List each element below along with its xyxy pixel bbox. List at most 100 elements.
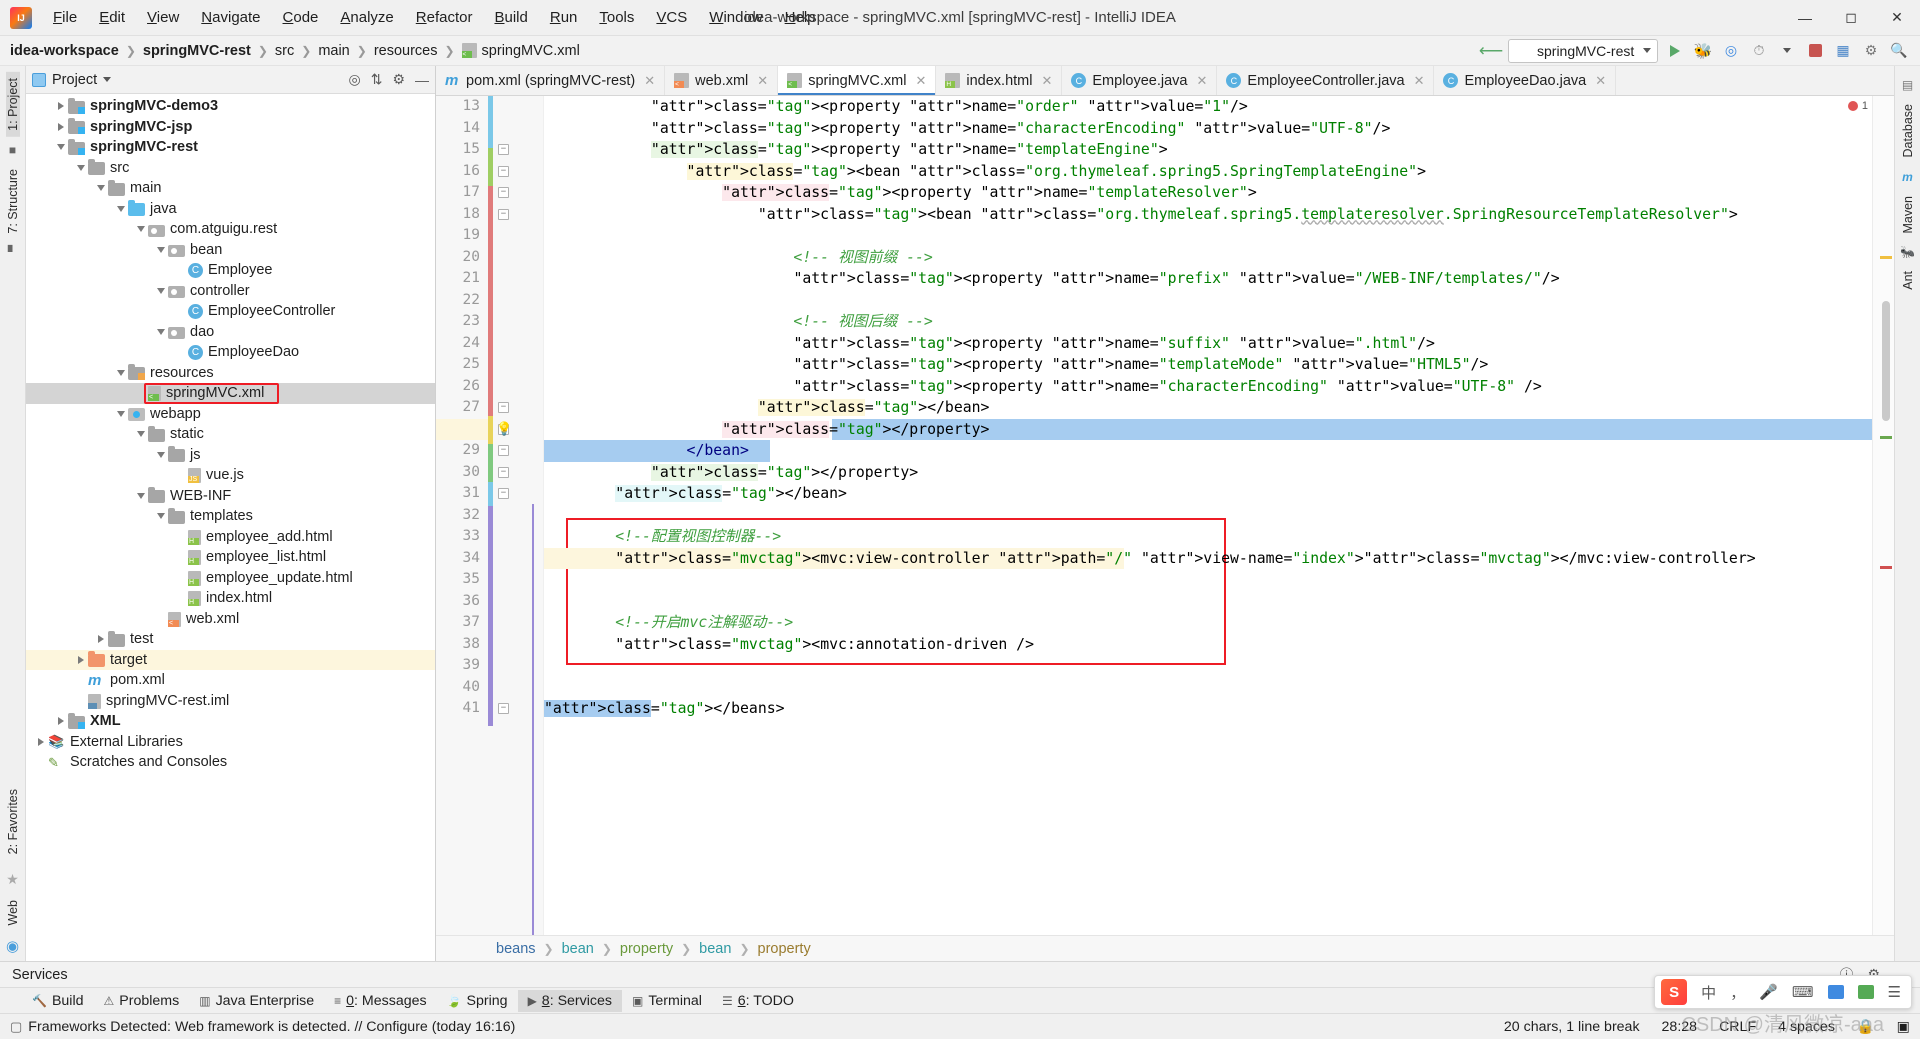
chevron-down-icon[interactable] <box>137 226 145 233</box>
sidebar-item-ant[interactable]: Ant <box>1901 265 1915 296</box>
code-line[interactable] <box>544 655 1872 677</box>
tree-item[interactable]: springMVC-rest.iml <box>26 691 435 712</box>
tree-item-selected[interactable]: < springMVC.xml <box>26 383 435 404</box>
chevron-down-icon[interactable] <box>157 287 165 294</box>
chevron-down-icon[interactable] <box>117 410 125 417</box>
tool-window-java-enterprise[interactable]: ▥ Java Enterprise <box>189 990 324 1012</box>
debug-icon[interactable]: 🐝 <box>1692 40 1714 62</box>
minimize-icon[interactable]: — <box>1782 0 1828 36</box>
chevron-right-icon[interactable] <box>58 122 64 131</box>
close-icon[interactable]: ✕ <box>757 73 768 89</box>
menu-item-run[interactable]: Run <box>539 5 589 30</box>
code-line[interactable]: <!-- 视图后缀 --> <box>544 311 1872 333</box>
tree-item[interactable]: Hemployee_add.html <box>26 527 435 548</box>
tree-item[interactable]: target <box>26 649 435 670</box>
close-icon[interactable]: ✕ <box>1874 0 1920 36</box>
ime-toolbar[interactable]: 中 ， 🎤 ⌨ ☰ <box>1654 975 1912 1009</box>
editor-tab-springmvc-xml[interactable]: < springMVC.xml ✕ <box>778 66 937 95</box>
tree-item[interactable]: src <box>26 158 435 179</box>
tool-window-6-todo[interactable]: ☰ 6: TODO <box>712 990 804 1012</box>
sidebar-item-favorites[interactable]: 2: Favorites <box>6 783 20 860</box>
code-line[interactable]: "attr">class="tag"><property "attr">name… <box>544 333 1872 355</box>
locate-file-icon[interactable]: ◎ <box>348 71 360 88</box>
build-hammer-icon[interactable]: ⟵ <box>1479 40 1503 62</box>
ime-punctuation-toggle[interactable]: ， <box>1730 982 1745 1003</box>
tree-item[interactable]: springMVC-demo3 <box>26 96 435 117</box>
tree-item[interactable]: bean <box>26 240 435 261</box>
tree-item[interactable]: Hindex.html <box>26 588 435 609</box>
tree-item[interactable]: webapp <box>26 404 435 425</box>
code-line[interactable]: "attr">class="tag"><property "attr">name… <box>544 118 1872 140</box>
sidebar-item-project[interactable]: 1: Project <box>5 72 20 137</box>
tool-window-bar[interactable]: 🔨 Build ⚠ Problems ▥ Java Enterprise ≡ 0: Messa… <box>0 987 1920 1013</box>
close-icon[interactable]: ✕ <box>1041 73 1052 89</box>
code-line[interactable]: "attr">class="mvctag"><mvc:view-controll… <box>544 547 1756 569</box>
code-line[interactable]: "attr">class="tag"></property> <box>544 462 1872 484</box>
chevron-right-icon[interactable] <box>78 655 84 664</box>
editor-breadcrumb-beans[interactable]: beans <box>496 941 536 957</box>
menu-item-navigate[interactable]: Navigate <box>190 5 271 30</box>
status-line-separator[interactable]: CRLF <box>1719 1019 1756 1035</box>
code-fold-icon[interactable]: − <box>498 703 509 714</box>
tree-item[interactable]: test <box>26 629 435 650</box>
tree-item[interactable]: < web.xml <box>26 609 435 630</box>
menu-item-build[interactable]: Build <box>483 5 538 30</box>
project-tree[interactable]: springMVC-demo3 springMVC-jsp springMVC-re… <box>26 94 435 961</box>
editor-scrollbar[interactable]: 1 <box>1847 96 1894 935</box>
run-icon[interactable] <box>1664 40 1686 62</box>
chevron-down-icon[interactable] <box>117 369 125 376</box>
close-icon[interactable]: ✕ <box>1595 73 1606 89</box>
editor-tab-employee-java[interactable]: Employee.java ✕ <box>1062 66 1218 95</box>
code-fold-icon[interactable]: − <box>498 466 509 478</box>
menu-item-view[interactable]: View <box>136 5 190 30</box>
status-indent[interactable]: 4 spaces <box>1778 1019 1835 1035</box>
status-caret-position[interactable]: 28:28 <box>1662 1019 1698 1035</box>
code-line[interactable]: "attr">class="tag"></property> <box>544 418 1872 440</box>
menu-item-edit[interactable]: Edit <box>88 5 136 30</box>
menu-item-refactor[interactable]: Refactor <box>405 5 484 30</box>
tree-item[interactable]: EmployeeController <box>26 301 435 322</box>
breadcrumb-item-springmvc-rest[interactable]: springMVC-rest <box>143 43 251 59</box>
chevron-right-icon[interactable] <box>58 717 64 726</box>
code-line[interactable]: "attr">class="tag"><property "attr">name… <box>544 268 1872 290</box>
editor-tab-employeedao-java[interactable]: EmployeeDao.java ✕ <box>1434 66 1617 95</box>
menu-item-file[interactable]: File <box>42 5 88 30</box>
tree-item[interactable]: controller <box>26 281 435 302</box>
menu-item-window[interactable]: Window <box>698 5 773 30</box>
tool-window-terminal[interactable]: ▣ Terminal <box>622 990 712 1012</box>
tree-item[interactable]: dao <box>26 322 435 343</box>
editor-gutter[interactable]: 1314151617181920212223242526272829303132… <box>436 96 544 935</box>
code-line[interactable]: "attr">class="tag"></bean> <box>544 397 1872 419</box>
notification-icon[interactable]: ▢ <box>10 1019 22 1035</box>
chevron-down-icon[interactable] <box>1776 40 1798 62</box>
scrollbar-thumb[interactable] <box>1882 301 1890 421</box>
code-line[interactable] <box>544 569 1872 591</box>
code-line[interactable] <box>544 225 1872 247</box>
tree-item[interactable]: js <box>26 445 435 466</box>
breadcrumb-item-idea-workspace[interactable]: idea-workspace <box>10 43 119 59</box>
menu-item-help[interactable]: Help <box>774 5 827 30</box>
chevron-down-icon[interactable] <box>103 77 112 82</box>
tree-item[interactable]: com.atguigu.rest <box>26 219 435 240</box>
breadcrumb-item-src[interactable]: src <box>275 43 294 59</box>
code-line[interactable]: "attr">class="tag"><property "attr">name… <box>544 139 1872 161</box>
sidebar-item-web[interactable]: Web <box>6 894 20 931</box>
editor-breadcrumb-property[interactable]: property <box>758 941 811 957</box>
database-icon[interactable]: ▤ <box>1902 78 1913 92</box>
ime-language-toggle[interactable]: 中 <box>1701 982 1716 1003</box>
tree-item[interactable]: ✎ Scratches and Consoles <box>26 752 435 773</box>
panel-settings-icon[interactable]: ⚙ <box>392 71 405 88</box>
chevron-right-icon[interactable] <box>58 102 64 111</box>
sidebar-item-maven[interactable]: Maven <box>1901 190 1915 240</box>
close-icon[interactable]: ✕ <box>915 73 926 89</box>
tool-window-build[interactable]: 🔨 Build <box>22 990 94 1012</box>
lock-icon[interactable]: 🔒 <box>1857 1019 1875 1035</box>
commit-icon[interactable]: ■ <box>9 143 16 157</box>
code-fold-icon[interactable]: − <box>498 402 509 413</box>
code-line[interactable]: "attr">class="tag"></beans> <box>544 698 1872 720</box>
sidebar-item-structure[interactable]: 7: Structure <box>6 163 20 240</box>
intention-bulb-icon[interactable]: 💡 <box>496 422 512 437</box>
editor-tab-index-html[interactable]: Hindex.html ✕ <box>936 66 1063 95</box>
menu-item-tools[interactable]: Tools <box>588 5 645 30</box>
maximize-icon[interactable]: ◻ <box>1828 0 1874 36</box>
